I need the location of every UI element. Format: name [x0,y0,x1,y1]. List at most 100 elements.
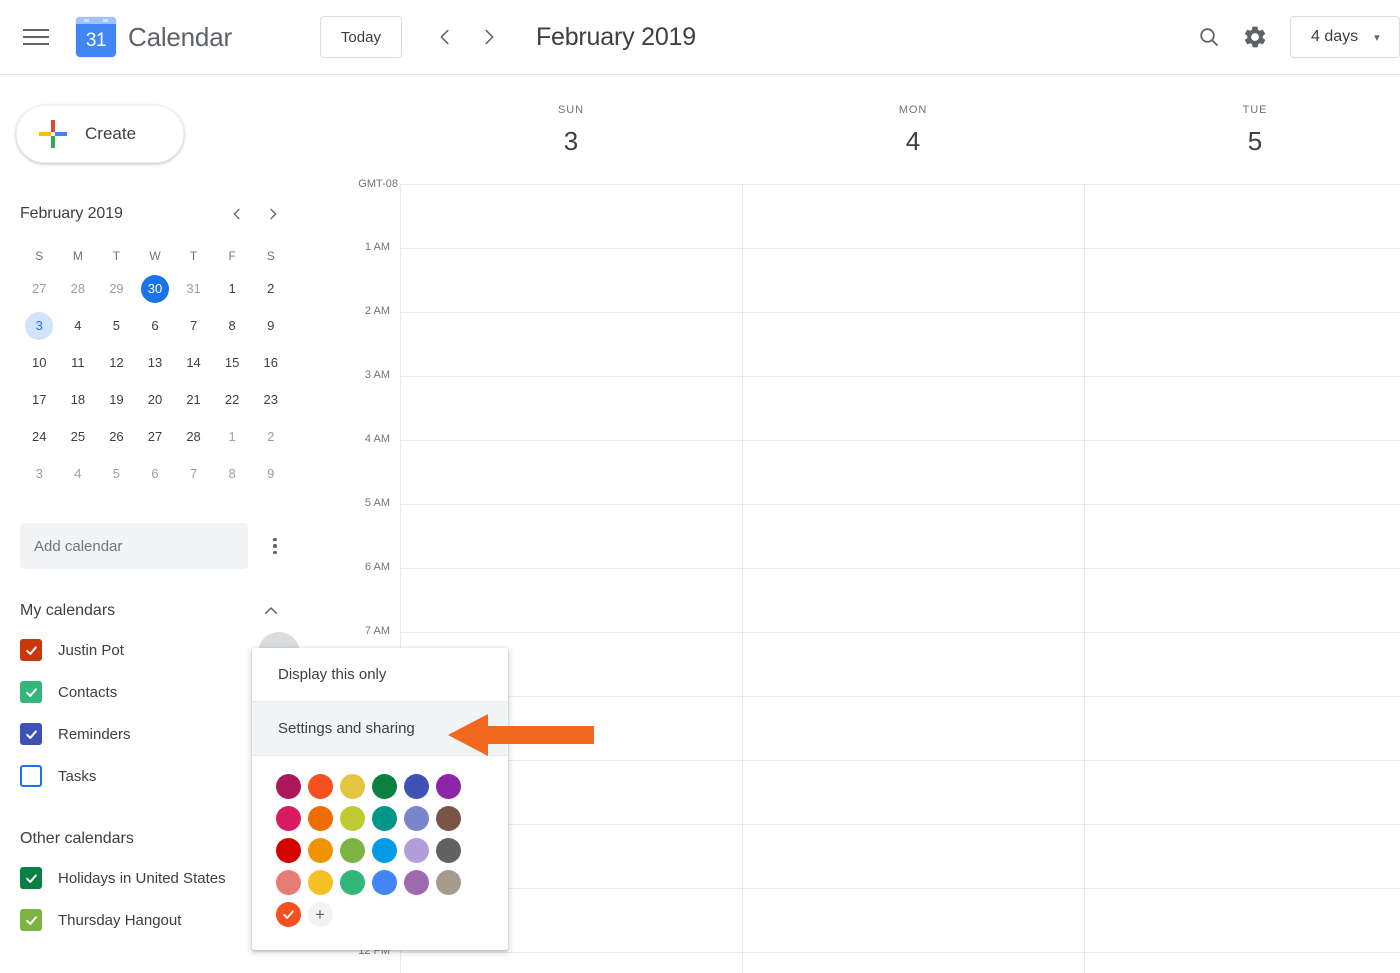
mini-calendar-day[interactable]: 27 [20,273,59,304]
color-swatch[interactable] [336,802,368,834]
menu-item-settings-and-sharing[interactable]: Settings and sharing [252,702,508,755]
color-swatch[interactable] [336,770,368,802]
prev-period-button[interactable] [428,20,462,54]
mini-calendar-day[interactable]: 4 [59,310,98,341]
mini-calendar-day[interactable]: 5 [97,310,136,341]
mini-calendar-day[interactable]: 15 [213,347,252,378]
mini-calendar-day[interactable]: 13 [136,347,175,378]
color-swatch[interactable] [400,834,432,866]
color-swatch[interactable] [272,770,304,802]
color-swatch[interactable] [272,834,304,866]
mini-calendar-day[interactable]: 30 [136,273,175,304]
hour-row[interactable]: 9 AM [365,753,1400,824]
color-swatch[interactable] [304,802,336,834]
my-calendars-header[interactable]: My calendars [20,593,310,629]
mini-calendar-next-button[interactable] [262,203,284,225]
mini-calendar-day[interactable]: 28 [59,273,98,304]
calendar-checkbox[interactable] [20,765,42,787]
add-calendar-input[interactable] [20,523,248,569]
color-swatch-grid[interactable] [252,756,508,898]
mini-calendar-day[interactable]: 2 [251,273,290,304]
day-column-header[interactable]: SUN 3 [400,76,742,182]
mini-calendar-day[interactable]: 22 [213,384,252,415]
mini-calendar-day[interactable]: 2 [251,421,290,452]
hour-row[interactable]: 6 AM [365,561,1400,632]
kebab-menu-icon[interactable] [260,537,290,555]
next-period-button[interactable] [472,20,506,54]
color-swatch[interactable] [368,770,400,802]
hour-row[interactable]: 12 PM [358,945,1400,973]
mini-calendar-day[interactable]: 16 [251,347,290,378]
color-swatch[interactable] [432,866,464,898]
hour-row[interactable]: 10 AM [359,817,1400,888]
mini-calendar-day[interactable]: 8 [213,458,252,489]
mini-calendar-grid[interactable]: S M T W T F S 27 28 29 30 31 1 2 3 4 5 6 7 8 9 10 11 12 13 14 15 16… [20,245,290,489]
color-swatch[interactable] [272,802,304,834]
mini-calendar-day[interactable]: 17 [20,384,59,415]
mini-calendar-day[interactable]: 1 [213,273,252,304]
mini-calendar-day[interactable]: 3 [20,310,59,341]
search-icon[interactable] [1186,14,1232,60]
gear-icon[interactable] [1232,14,1278,60]
create-button[interactable]: Create [16,105,184,163]
mini-calendar-day[interactable]: 27 [136,421,175,452]
color-swatch[interactable] [432,834,464,866]
brand[interactable]: 31 Calendar [76,17,232,57]
mini-calendar-day[interactable]: 31 [174,273,213,304]
color-swatch[interactable] [400,802,432,834]
color-swatch[interactable] [400,866,432,898]
calendar-checkbox[interactable] [20,681,42,703]
mini-calendar-prev-button[interactable] [226,203,248,225]
color-swatch[interactable] [336,866,368,898]
calendar-checkbox[interactable] [20,723,42,745]
mini-calendar-day[interactable]: 23 [251,384,290,415]
mini-calendar-day[interactable]: 14 [174,347,213,378]
color-swatch[interactable] [432,802,464,834]
hour-row[interactable] [400,184,1400,248]
mini-calendar-day[interactable]: 11 [59,347,98,378]
hour-row[interactable]: 2 AM [365,305,1400,376]
mini-calendar-day[interactable]: 1 [213,421,252,452]
add-custom-color-button[interactable]: + [304,898,336,930]
day-column-header[interactable]: TUE 5 [1084,76,1400,182]
mini-calendar-day[interactable]: 9 [251,458,290,489]
color-swatch[interactable] [368,866,400,898]
color-swatch[interactable] [432,770,464,802]
mini-calendar-day[interactable]: 6 [136,310,175,341]
mini-calendar-day[interactable]: 12 [97,347,136,378]
calendar-checkbox[interactable] [20,909,42,931]
color-swatch[interactable] [400,770,432,802]
view-selector[interactable]: 4 days ▾ [1290,16,1400,58]
mini-calendar-day[interactable]: 4 [59,458,98,489]
mini-calendar-day[interactable]: 18 [59,384,98,415]
mini-calendar-day[interactable]: 10 [20,347,59,378]
color-swatch-row-selected[interactable]: + [252,898,508,930]
mini-calendar-day[interactable]: 25 [59,421,98,452]
today-button[interactable]: Today [319,16,402,58]
mini-calendar-day[interactable]: 29 [97,273,136,304]
color-swatch[interactable] [368,834,400,866]
color-swatch[interactable] [368,802,400,834]
mini-calendar-day[interactable]: 26 [97,421,136,452]
menu-item-display-this-only[interactable]: Display this only [252,648,508,701]
hour-row[interactable]: 3 AM [365,369,1400,440]
color-swatch[interactable] [304,770,336,802]
hour-row[interactable]: 8 AM [365,689,1400,760]
hour-row[interactable]: 7 AM [365,625,1400,696]
mini-calendar-day[interactable]: 20 [136,384,175,415]
calendar-checkbox[interactable] [20,639,42,661]
mini-calendar-day[interactable]: 9 [251,310,290,341]
color-swatch[interactable] [336,834,368,866]
hour-row[interactable]: 1 AM [365,241,1400,312]
hour-row[interactable]: 4 AM [365,433,1400,504]
swatch-selected[interactable] [272,898,304,930]
mini-calendar-day[interactable]: 28 [174,421,213,452]
mini-calendar-day[interactable]: 5 [97,458,136,489]
mini-calendar-day[interactable]: 8 [213,310,252,341]
mini-calendar-day[interactable]: 7 [174,458,213,489]
mini-calendar-day[interactable]: 19 [97,384,136,415]
color-swatch[interactable] [304,834,336,866]
mini-calendar-day[interactable]: 21 [174,384,213,415]
hour-row[interactable]: 11 AM [360,881,1400,952]
day-column-header[interactable]: MON 4 [742,76,1084,182]
